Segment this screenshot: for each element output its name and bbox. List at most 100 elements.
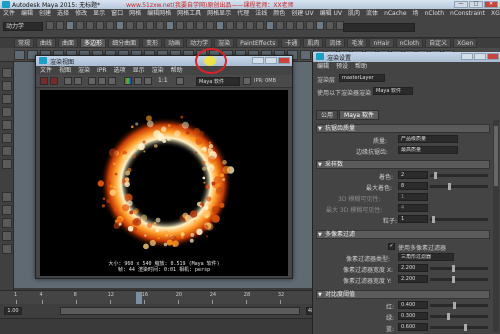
status-icon[interactable] xyxy=(266,21,274,30)
rendered-image[interactable]: 大小: 960 x 540 缩放: 0.519 (Maya 软件) 帧: 44 … xyxy=(40,90,288,276)
status-icon[interactable] xyxy=(246,21,254,30)
status-icon[interactable] xyxy=(286,21,294,30)
status-icon[interactable] xyxy=(126,21,134,30)
shelf-tab[interactable]: 曲面 xyxy=(58,38,79,48)
max-shading-field[interactable]: 8 xyxy=(398,182,428,190)
status-icon[interactable] xyxy=(86,21,94,30)
status-icon[interactable] xyxy=(146,21,154,30)
paint-select-icon[interactable] xyxy=(2,94,12,104)
redo-render-icon[interactable] xyxy=(40,77,48,85)
shading-slider[interactable] xyxy=(430,172,488,179)
filter-x-slider[interactable] xyxy=(430,265,488,272)
render-region-icon[interactable] xyxy=(50,77,58,85)
status-icon[interactable] xyxy=(46,21,54,30)
camera-icon[interactable] xyxy=(176,77,184,85)
shelf-tab[interactable]: 肌肉 xyxy=(303,38,324,48)
shelf-tab[interactable]: 动画 xyxy=(164,38,185,48)
status-icon[interactable] xyxy=(236,21,244,30)
section-antialias[interactable]: 抗锯齿质量 xyxy=(316,124,490,133)
render-view-menu-item[interactable]: 渲染 xyxy=(152,66,164,75)
menu-item[interactable]: 编辑网格 xyxy=(147,9,171,18)
render-view-menu-item[interactable]: 视图 xyxy=(59,66,71,75)
green-slider[interactable] xyxy=(430,313,488,320)
render-layer-dropdown[interactable]: masterLayer xyxy=(339,74,385,82)
renderer-dropdown[interactable]: Maya 软件 xyxy=(196,77,240,86)
shelf-tab[interactable]: nHair xyxy=(369,38,394,48)
minimize-button[interactable] xyxy=(252,57,264,64)
menu-item[interactable]: 编辑 UV xyxy=(320,9,342,18)
status-icon[interactable] xyxy=(276,21,284,30)
blue-slider[interactable] xyxy=(430,324,488,331)
alpha-channel-icon[interactable] xyxy=(134,77,142,85)
status-icon[interactable] xyxy=(256,21,264,30)
filter-y-field[interactable]: 2.200 xyxy=(398,275,428,283)
shelf-tool-icon[interactable] xyxy=(300,50,311,60)
minimize-button[interactable]: — xyxy=(454,1,468,8)
shelf-tab[interactable]: 变形 xyxy=(142,38,163,48)
close-button[interactable] xyxy=(487,53,499,60)
filter-x-field[interactable]: 2.200 xyxy=(398,264,428,272)
red-slider[interactable] xyxy=(430,302,488,309)
menu-set-select[interactable]: 动力学 xyxy=(3,22,43,31)
move-tool-icon[interactable] xyxy=(2,107,12,117)
status-icon[interactable] xyxy=(206,21,214,30)
render-settings-tab[interactable]: Maya 软件 xyxy=(339,110,380,120)
lasso-tool-icon[interactable] xyxy=(2,81,12,91)
menu-item[interactable]: 创建 UV xyxy=(291,9,313,18)
shelf-tab[interactable]: 多边形 xyxy=(80,38,107,48)
menu-item[interactable]: nConstraint xyxy=(450,9,485,18)
minimize-button[interactable] xyxy=(461,53,473,60)
render-view-menu-item[interactable]: 文件 xyxy=(40,66,52,75)
status-icon[interactable] xyxy=(216,21,224,30)
shelf-tab[interactable]: 常规 xyxy=(14,38,35,48)
shelf-tab[interactable]: 细分曲面 xyxy=(108,38,141,48)
layout-side-icon[interactable] xyxy=(2,218,12,228)
maximize-button[interactable] xyxy=(474,53,486,60)
quality-dropdown[interactable]: 产品级质量 xyxy=(398,135,458,143)
status-icon[interactable] xyxy=(66,21,74,30)
menu-item[interactable]: 网格 xyxy=(129,9,141,18)
rotate-tool-icon[interactable] xyxy=(2,120,12,130)
keep-image-icon[interactable] xyxy=(98,77,106,85)
particles-slider[interactable] xyxy=(430,216,488,223)
remove-image-icon[interactable] xyxy=(108,77,116,85)
status-input-field[interactable] xyxy=(343,23,415,32)
menu-item[interactable]: nCache xyxy=(384,9,406,18)
status-icon[interactable] xyxy=(326,21,334,30)
shelf-tab[interactable]: XGen xyxy=(453,38,478,48)
status-icon[interactable] xyxy=(156,21,164,30)
status-icon[interactable] xyxy=(166,21,174,30)
last-tool-icon[interactable] xyxy=(2,159,12,169)
status-icon[interactable] xyxy=(176,21,184,30)
menu-item[interactable]: 场 xyxy=(413,9,419,18)
section-multipixel[interactable]: 多像素过滤 xyxy=(316,230,490,239)
render-settings-menu-item[interactable]: 编辑 xyxy=(317,62,329,71)
close-button[interactable]: ✕ xyxy=(484,1,498,8)
snapshot-icon[interactable] xyxy=(64,77,72,85)
render-view-menu-item[interactable]: 帮助 xyxy=(171,66,183,75)
renderer-dropdown[interactable]: Maya 软件 xyxy=(373,87,413,95)
select-tool-icon[interactable] xyxy=(2,68,12,78)
edge-aa-dropdown[interactable]: 最高质量 xyxy=(398,146,458,154)
render-settings-menu-item[interactable]: 帮助 xyxy=(355,62,367,71)
shelf-tool-icon[interactable] xyxy=(14,50,25,60)
status-icon[interactable] xyxy=(96,21,104,30)
section-sampling[interactable]: 采样数 xyxy=(316,160,490,169)
shelf-tab[interactable]: nCloth xyxy=(395,38,424,48)
status-icon[interactable] xyxy=(306,21,314,30)
menu-item[interactable]: 肌肉 xyxy=(348,9,360,18)
render-settings-menu-item[interactable]: 预设 xyxy=(336,62,348,71)
maximize-button[interactable]: □ xyxy=(469,1,483,8)
menu-item[interactable]: 颜色 xyxy=(273,9,285,18)
shelf-tab[interactable]: 动力学 xyxy=(186,38,213,48)
layout-four-icon[interactable] xyxy=(2,205,12,215)
shelf-tab[interactable]: 曲线 xyxy=(36,38,57,48)
menu-item[interactable]: nCloth xyxy=(425,9,445,18)
range-start-field[interactable]: 1.00 xyxy=(4,307,22,315)
filter-type-dropdown[interactable]: 三角形过滤器 xyxy=(398,253,454,261)
menu-item[interactable]: 代理 xyxy=(237,9,249,18)
shelf-tab[interactable]: 毛发 xyxy=(347,38,368,48)
outliner-layout-icon[interactable] xyxy=(2,231,12,241)
status-icon[interactable] xyxy=(196,21,204,30)
zoom-icon[interactable] xyxy=(144,77,152,85)
